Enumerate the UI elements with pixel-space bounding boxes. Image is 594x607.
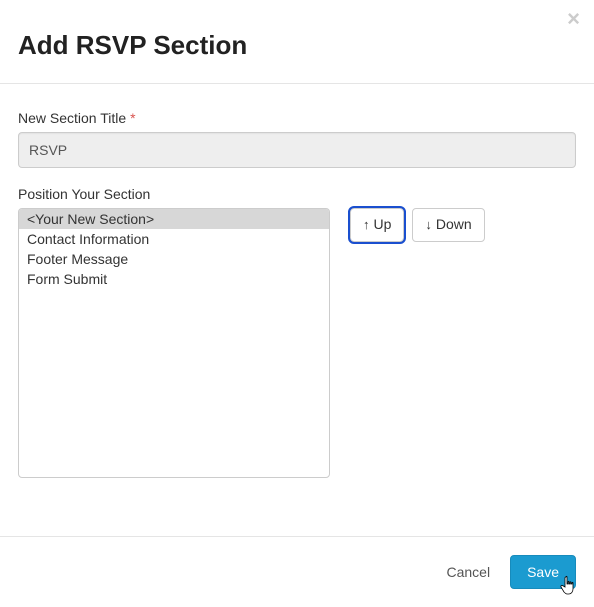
required-indicator: *	[130, 110, 135, 126]
modal-footer: Cancel Save	[0, 536, 594, 607]
arrow-down-icon: ↓	[425, 216, 432, 234]
modal-header: × Add RSVP Section	[0, 0, 594, 83]
section-title-group: New Section Title *	[18, 110, 576, 168]
list-item[interactable]: Form Submit	[19, 269, 329, 289]
position-row: <Your New Section> Contact Information F…	[18, 208, 576, 478]
position-label: Position Your Section	[18, 186, 576, 202]
move-up-label: Up	[374, 215, 392, 235]
move-down-button[interactable]: ↓ Down	[412, 208, 484, 242]
position-group: Position Your Section <Your New Section>…	[18, 186, 576, 478]
move-up-button[interactable]: ↑ Up	[350, 208, 404, 242]
cancel-button[interactable]: Cancel	[436, 556, 500, 588]
reorder-buttons: ↑ Up ↓ Down	[350, 208, 485, 242]
list-item[interactable]: Footer Message	[19, 249, 329, 269]
section-title-label: New Section Title *	[18, 110, 576, 126]
section-title-label-text: New Section Title	[18, 110, 126, 126]
section-order-listbox[interactable]: <Your New Section> Contact Information F…	[18, 208, 330, 478]
arrow-up-icon: ↑	[363, 216, 370, 234]
section-title-input[interactable]	[18, 132, 576, 168]
list-item[interactable]: Contact Information	[19, 229, 329, 249]
save-button[interactable]: Save	[510, 555, 576, 589]
modal-body: New Section Title * Position Your Sectio…	[0, 84, 594, 514]
modal-title: Add RSVP Section	[18, 30, 576, 61]
close-icon[interactable]: ×	[567, 8, 580, 30]
list-item[interactable]: <Your New Section>	[19, 209, 329, 229]
move-down-label: Down	[436, 215, 472, 235]
